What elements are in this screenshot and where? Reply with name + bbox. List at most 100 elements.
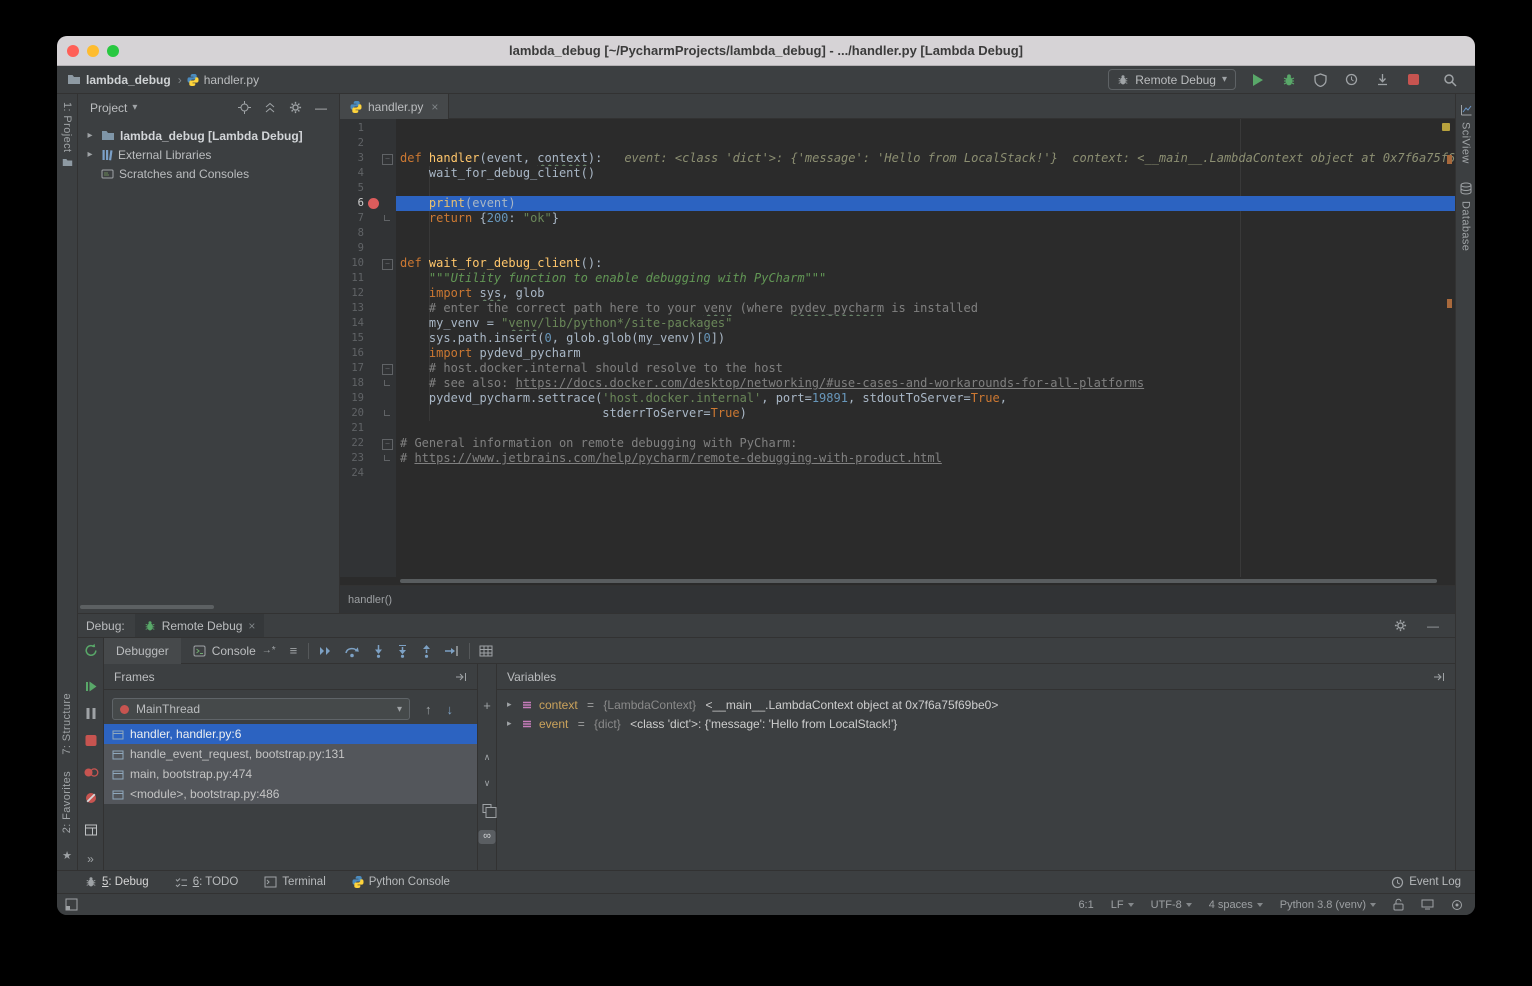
breakpoint-slot[interactable] (364, 241, 380, 256)
pin-icon[interactable] (1433, 672, 1445, 682)
editor-line-14[interactable]: 14 my_venv = "venv/lib/python*/site-pack… (340, 316, 1455, 331)
code-editor[interactable]: 12 3def handler(event, context):event: <c… (340, 119, 1455, 577)
toolwindow-button-python-console[interactable]: Python Console (352, 876, 450, 888)
breakpoint-slot[interactable] (364, 271, 380, 286)
breadcrumb-project[interactable]: lambda_debug (86, 73, 171, 87)
thread-selector[interactable]: MainThread ▾ (112, 698, 410, 720)
breakpoint-slot[interactable] (364, 391, 380, 406)
gutter-cell[interactable]: 8 (340, 226, 396, 241)
run-with-coverage-button[interactable] (1311, 71, 1329, 89)
collapse-all-icon[interactable] (264, 102, 276, 114)
toolwindow-toggle-icon[interactable] (65, 898, 78, 911)
gear-icon[interactable] (1394, 619, 1407, 632)
debug-button[interactable] (1280, 71, 1298, 89)
gutter-cell[interactable]: 18 (340, 376, 396, 391)
editor-line-15[interactable]: 15 sys.path.insert(0, glob.glob(my_venv)… (340, 331, 1455, 346)
rerun-debugger-button[interactable] (83, 643, 98, 658)
run-button[interactable] (1249, 71, 1267, 89)
editor-line-5[interactable]: 5 (340, 181, 1455, 196)
tool-stripe-project[interactable]: 1: Project (61, 102, 73, 152)
fold-marker[interactable] (380, 376, 394, 391)
error-stripe-mark[interactable] (1447, 155, 1452, 164)
project-tree-item[interactable]: ▸External Libraries (78, 145, 339, 164)
hide-debug-panel-button[interactable]: — (1427, 619, 1439, 633)
caret-position-widget[interactable]: 6:1 (1078, 899, 1093, 911)
breakpoint-slot[interactable] (364, 301, 380, 316)
breakpoint-slot[interactable] (364, 181, 380, 196)
editor-line-18[interactable]: 18 # see also: https://docs.docker.com/d… (340, 376, 1455, 391)
copy-value-button[interactable] (483, 804, 492, 813)
tab-debugger[interactable]: Debugger (104, 638, 181, 664)
scroll-up-icon[interactable]: ∧ (484, 752, 491, 763)
gutter-cell[interactable]: 7 (340, 211, 396, 226)
gutter-cell[interactable]: 20 (340, 406, 396, 421)
attach-to-process-button[interactable] (1373, 71, 1391, 89)
tab-console[interactable]: Console →* (181, 638, 288, 664)
gutter-cell[interactable]: 3 (340, 151, 396, 166)
editor-line-20[interactable]: 20 stderrToServer=True) (340, 406, 1455, 421)
editor-line-13[interactable]: 13 # enter the correct path here to your… (340, 301, 1455, 316)
gutter-cell[interactable]: 24 (340, 466, 396, 481)
project-tree-item[interactable]: ▸lambda_debug [Lambda Debug] (78, 126, 339, 145)
analysis-status-indicator[interactable] (1442, 123, 1450, 131)
fold-marker[interactable] (380, 361, 394, 376)
editor-line-21[interactable]: 21 (340, 421, 1455, 436)
step-over-button[interactable] (344, 644, 361, 658)
breakpoint-slot[interactable] (364, 346, 380, 361)
breakpoint-slot[interactable] (364, 451, 380, 466)
stop-debug-button[interactable] (85, 735, 96, 746)
line-separator-widget[interactable]: LF (1111, 899, 1134, 911)
view-breakpoints-button[interactable] (83, 766, 98, 779)
step-into-button[interactable] (372, 644, 385, 658)
more-actions-button[interactable]: » (87, 852, 94, 866)
gutter-cell[interactable]: 5 (340, 181, 396, 196)
close-session-button[interactable]: × (248, 619, 255, 633)
fold-marker[interactable] (380, 451, 394, 466)
add-watch-button[interactable]: + (483, 698, 491, 713)
pause-button[interactable] (86, 708, 95, 719)
breakpoint-slot[interactable] (364, 436, 380, 451)
project-hscrollbar[interactable] (80, 605, 214, 609)
gutter-cell[interactable]: 15 (340, 331, 396, 346)
editor-line-12[interactable]: 12 import sys, glob (340, 286, 1455, 301)
breakpoint-slot[interactable] (364, 316, 380, 331)
breadcrumb-function[interactable]: handler() (348, 594, 392, 606)
breakpoint-slot[interactable] (364, 136, 380, 151)
minimize-window-button[interactable] (87, 45, 99, 57)
breakpoint-slot[interactable] (364, 151, 380, 166)
variable-row[interactable]: ▸event = {dict} <class 'dict'>: {'messag… (497, 714, 1455, 733)
close-window-button[interactable] (67, 45, 79, 57)
tool-stripe-structure[interactable]: 7: Structure (61, 693, 73, 755)
indent-widget[interactable]: 4 spaces (1209, 899, 1263, 911)
editor-line-4[interactable]: 4 wait_for_debug_client() (340, 166, 1455, 181)
tool-stripe-database[interactable]: Database (1460, 201, 1472, 251)
editor-line-19[interactable]: 19 pydevd_pycharm.settrace('host.docker.… (340, 391, 1455, 406)
stop-button[interactable] (1404, 71, 1422, 89)
next-frame-button[interactable]: ↓ (447, 702, 454, 717)
debug-session-tab[interactable]: Remote Debug × (135, 614, 265, 637)
gutter-cell[interactable]: 6 (340, 196, 396, 211)
variable-row[interactable]: ▸context = {LambdaContext} <__main__.Lam… (497, 695, 1455, 714)
gutter-cell[interactable]: 4 (340, 166, 396, 181)
step-out-button[interactable] (420, 644, 433, 658)
gutter-cell[interactable]: 23 (340, 451, 396, 466)
show-execution-point-button[interactable] (318, 644, 333, 658)
gutter-cell[interactable]: 1 (340, 121, 396, 136)
fold-marker[interactable] (380, 211, 394, 226)
tool-stripe-sciview[interactable]: SciView (1460, 122, 1472, 164)
zoom-window-button[interactable] (107, 45, 119, 57)
editor-line-23[interactable]: 23# https://www.jetbrains.com/help/pycha… (340, 451, 1455, 466)
evaluate-watch-button[interactable]: ∞ (479, 830, 496, 844)
editor-line-7[interactable]: 7 return {200: "ok"} (340, 211, 1455, 226)
inspections-indicator-icon[interactable] (1451, 899, 1463, 911)
frame-row[interactable]: main, bootstrap.py:474 (104, 764, 477, 784)
pin-icon[interactable] (455, 672, 467, 682)
search-everywhere-button[interactable] (1441, 71, 1459, 89)
breadcrumb-file[interactable]: handler.py (204, 73, 259, 87)
gutter-cell[interactable]: 10 (340, 256, 396, 271)
gutter-cell[interactable]: 12 (340, 286, 396, 301)
editor-line-6[interactable]: 6 print(event) (340, 196, 1455, 211)
frame-row[interactable]: handle_event_request, bootstrap.py:131 (104, 744, 477, 764)
editor-line-3[interactable]: 3def handler(event, context):event: <cla… (340, 151, 1455, 166)
project-tree-item[interactable]: Scratches and Consoles (78, 164, 339, 183)
